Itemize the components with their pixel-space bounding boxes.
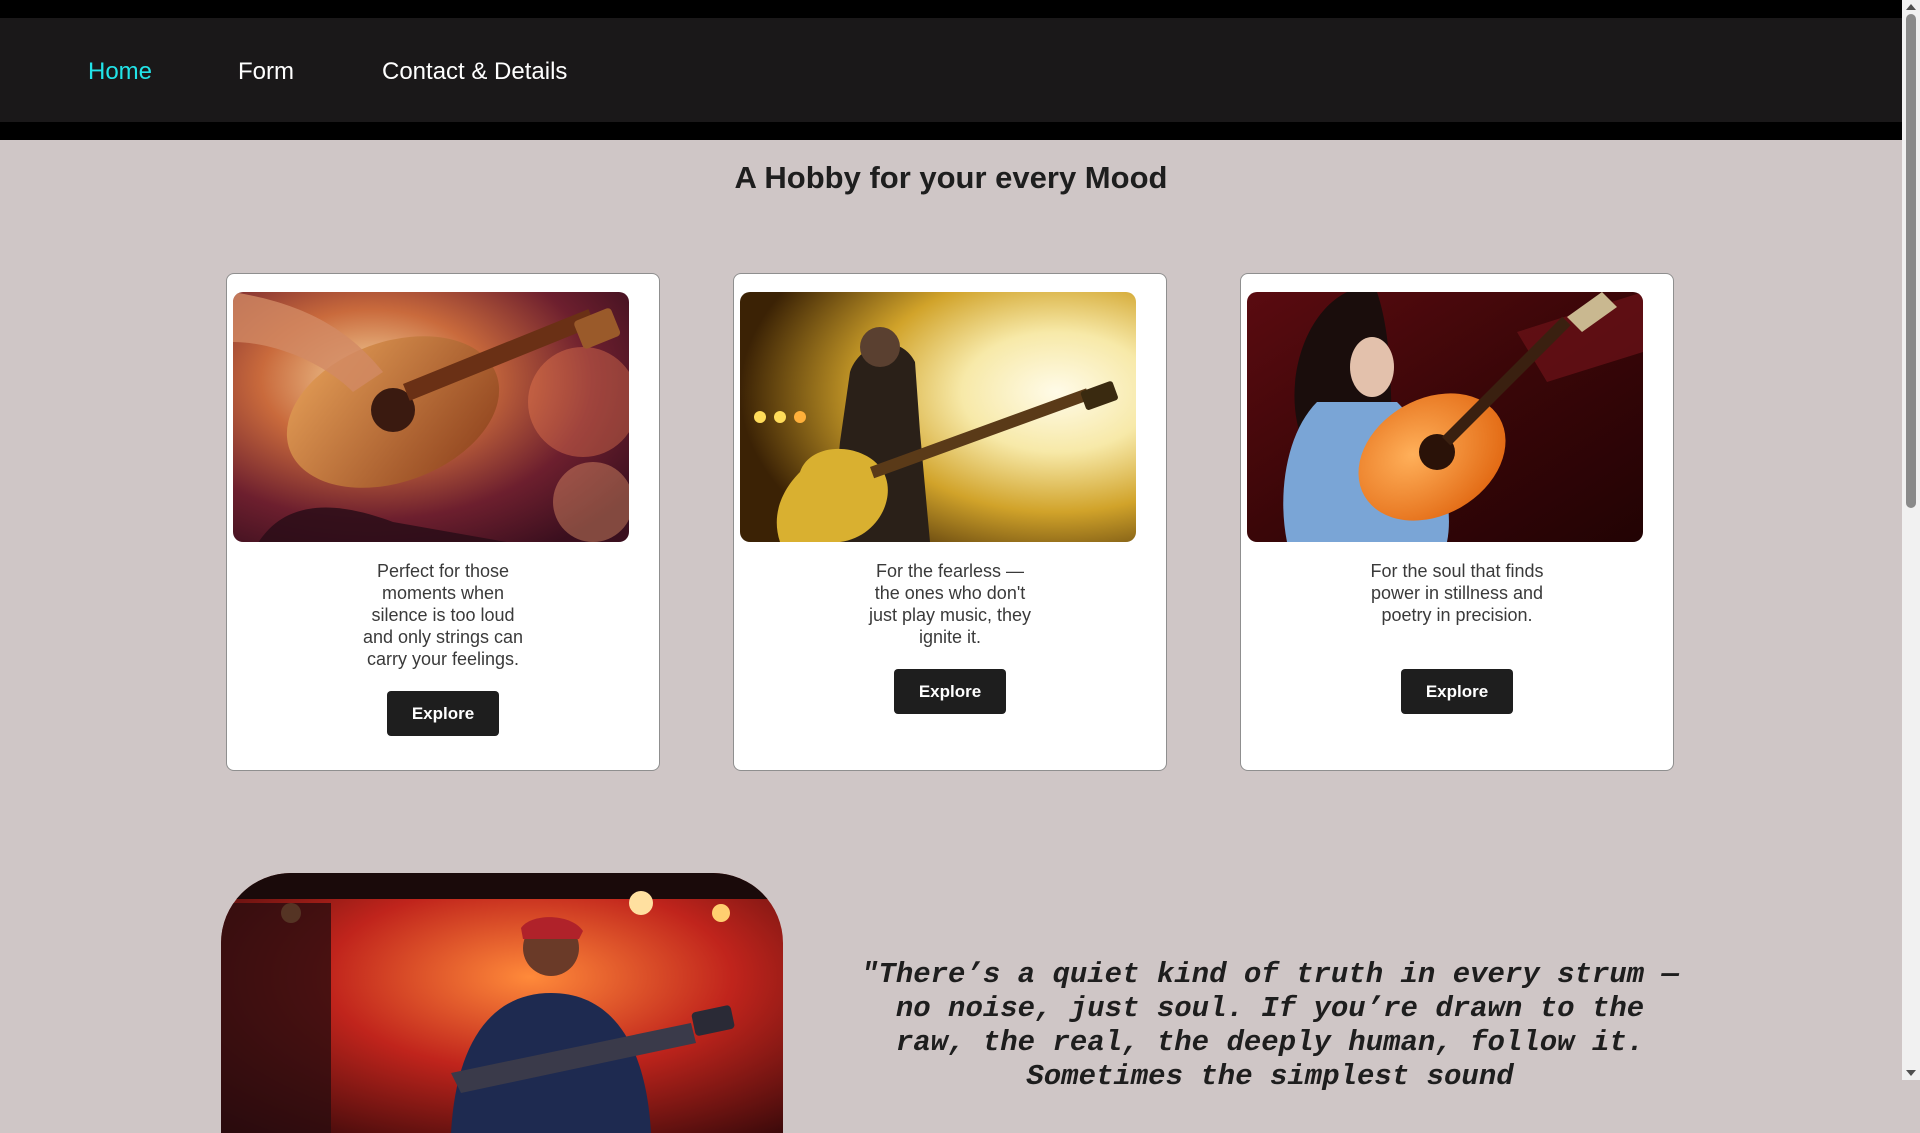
page-scrollbar[interactable] <box>1902 0 1920 1080</box>
scrollbar-thumb[interactable] <box>1906 14 1916 508</box>
top-strip <box>0 0 1902 18</box>
explore-button[interactable]: Explore <box>894 669 1006 714</box>
scroll-down-icon[interactable] <box>1906 1070 1916 1076</box>
card-description: For the fearless — the ones who don't ju… <box>868 561 1032 647</box>
stage-singer-guitar-photo <box>221 873 783 1133</box>
nav-bottom-strip <box>0 122 1902 140</box>
acoustic-guitar-photo <box>233 292 629 542</box>
hobby-card-classical: For the soul that finds power in stillne… <box>1240 273 1674 771</box>
hobby-card-electric: For the fearless — the ones who don't ju… <box>733 273 1167 771</box>
nav-contact-link[interactable]: Contact & Details <box>382 58 567 86</box>
card-description: For the soul that finds power in stillne… <box>1370 561 1544 625</box>
hobby-card-acoustic: Perfect for those moments when silence i… <box>226 273 660 771</box>
nav-home-link[interactable]: Home <box>88 58 152 86</box>
electric-guitar-concert-photo <box>740 292 1136 542</box>
nav-form-link[interactable]: Form <box>238 58 294 86</box>
hobby-quote: "There’s a quiet kind of truth in every … <box>861 958 1679 1093</box>
scroll-up-icon[interactable] <box>1906 4 1916 10</box>
navbar: Home Form Contact & Details <box>0 18 1902 122</box>
page-title: A Hobby for your every Mood <box>734 160 1168 195</box>
explore-button[interactable]: Explore <box>1401 669 1513 714</box>
card-description: Perfect for those moments when silence i… <box>362 561 524 669</box>
explore-button[interactable]: Explore <box>387 691 499 736</box>
classical-guitar-photo <box>1247 292 1643 542</box>
